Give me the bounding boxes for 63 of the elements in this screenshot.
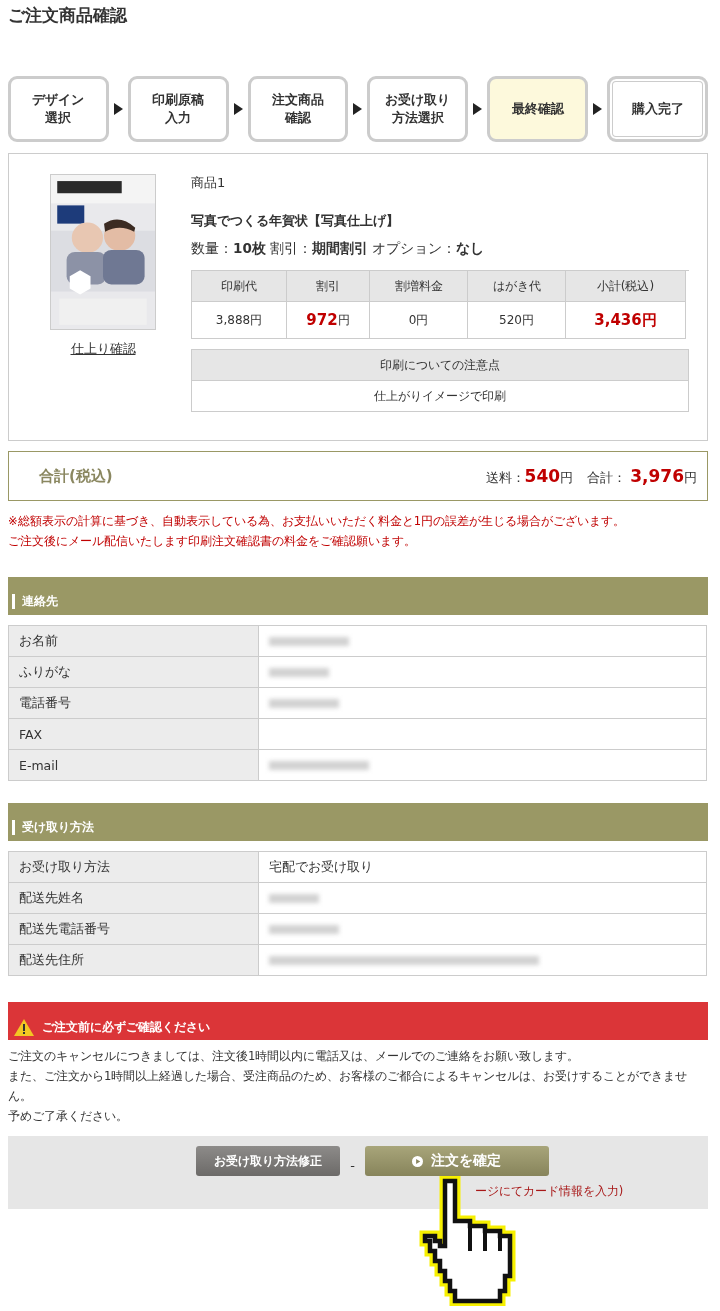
blurred-value: [269, 698, 339, 708]
total-label: 合計(税込): [39, 466, 113, 486]
disclaimer-text: ※総額表示の計算に基づき、自動表示している為、お支払いいただく料金と1円の誤差が生じる場合がございます。: [8, 513, 626, 530]
table-label-cell: E-mail: [9, 750, 259, 781]
step-label: 最終確認: [511, 100, 564, 118]
product-name: 写真でつくる年賀状【写真仕上げ】: [191, 212, 400, 230]
table-cell: 仕上がりイメージで印刷: [192, 381, 689, 412]
table-label-cell: 配送先住所: [9, 945, 259, 976]
note-text: ージにてカード情報を入力): [474, 1184, 624, 1199]
warning-text: 予めご了承ください。: [8, 1108, 129, 1125]
table-label-cell: 電話番号: [9, 688, 259, 719]
warning-title: ご注文前に必ずご確認ください: [42, 1019, 210, 1036]
step-arrow-icon: [113, 103, 123, 115]
step-arrow-icon: [353, 103, 363, 115]
blurred-value: [269, 667, 329, 677]
step-label: 方法選択: [391, 109, 444, 127]
step-arrow-icon: [593, 103, 603, 115]
step-arrow-icon: [473, 103, 483, 115]
warning-text: ご注文のキャンセルにつきましては、注文後1時間以内に電話又は、メールでのご連絡をお願い致します。: [8, 1048, 581, 1065]
separator-text: -: [350, 1157, 355, 1173]
table-label-cell: FAX: [9, 719, 259, 750]
blurred-value: [269, 924, 339, 934]
step-label: 選択: [45, 109, 72, 127]
step-label: お受け取り: [385, 91, 451, 109]
step-label: デザイン: [32, 91, 85, 109]
table-header: 小計(税込): [566, 271, 686, 302]
play-icon: [412, 1155, 424, 1167]
back-button[interactable]: お受け取り方法修正: [196, 1146, 341, 1176]
step-label: 確認: [285, 109, 312, 127]
table-header: 印刷代: [192, 271, 287, 302]
warning-icon: [14, 1019, 34, 1036]
blurred-value: [269, 893, 319, 903]
step-arrow-icon: [233, 103, 243, 115]
step-label: 印刷原稿: [152, 91, 205, 109]
warning-text: また、ご注文から1時間以上経過した場合、受注商品のため、お客様のご都合によるキャンセルは、お受けすることができません。: [8, 1068, 689, 1105]
table-cell: 3,436円: [566, 302, 686, 339]
shipping-fee: 送料：540円: [485, 465, 574, 487]
table-cell: 3,888円: [192, 302, 287, 339]
table-header: はがき代: [468, 271, 566, 302]
preview-link[interactable]: 仕上り確認: [70, 340, 136, 358]
total-amount: 合計： 3,976円: [587, 465, 697, 487]
step-label: 購入完了: [631, 100, 684, 118]
table-label-cell: ふりがな: [9, 657, 259, 688]
product-details: 数量：10枚 割引：期間割引 オプション：なし: [191, 240, 486, 258]
table-label-cell: 配送先電話番号: [9, 914, 259, 945]
page-title: ご注文商品確認: [8, 4, 129, 27]
table-header: 印刷についての注意点: [192, 350, 689, 381]
table-cell: 972円: [287, 302, 370, 339]
table-label-cell: 配送先姓名: [9, 883, 259, 914]
table-header: 割引: [287, 271, 370, 302]
table-header: 割増料金: [370, 271, 468, 302]
step-label: 入力: [165, 109, 192, 127]
table-cell: 0円: [370, 302, 468, 339]
table-label-cell: お受け取り方法: [9, 852, 259, 883]
disclaimer-text: ご注文後にメール配信いたします印刷注文確認書の料金をご確認願います。: [8, 533, 417, 550]
product-number: 商品1: [191, 174, 227, 192]
table-cell: 520円: [468, 302, 566, 339]
step-label: 注文商品: [272, 91, 325, 109]
section-title: 連絡先: [12, 594, 58, 609]
confirm-order-button[interactable]: 注文を確定: [364, 1146, 549, 1176]
table-cell: 宅配でお受け取り: [259, 852, 707, 883]
section-title: 受け取り方法: [12, 820, 94, 835]
table-label-cell: お名前: [9, 626, 259, 657]
